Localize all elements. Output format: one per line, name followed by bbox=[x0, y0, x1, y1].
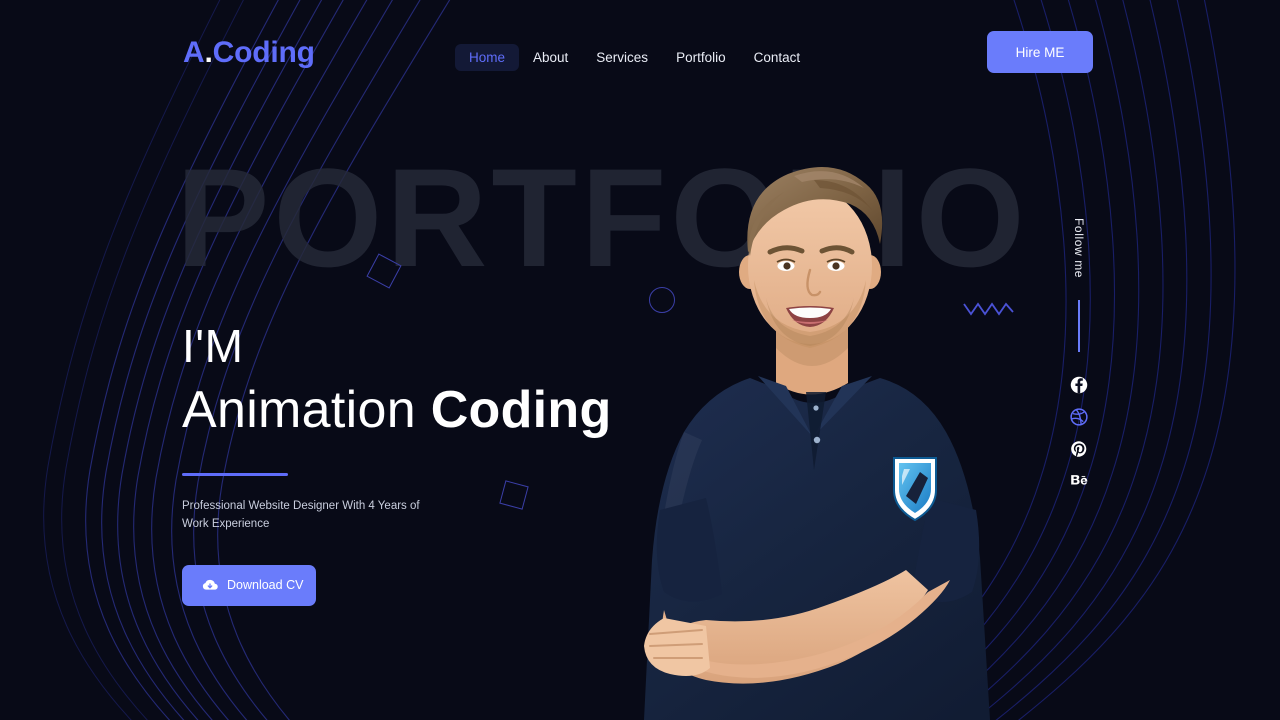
nav-item-about[interactable]: About bbox=[519, 44, 582, 71]
hero-line-two-bold: Coding bbox=[430, 380, 612, 439]
cloud-download-icon bbox=[202, 580, 218, 591]
nav-item-home[interactable]: Home bbox=[455, 44, 520, 71]
site-header: A.Coding Home About Services Portfolio C… bbox=[0, 0, 1280, 108]
hero-page: A.Coding Home About Services Portfolio C… bbox=[0, 0, 1280, 720]
social-links bbox=[1070, 376, 1088, 490]
hero-line-one: I'M bbox=[182, 320, 244, 372]
hero-subtitle: Professional Website Designer With 4 Yea… bbox=[182, 500, 420, 531]
site-logo[interactable]: A.Coding bbox=[183, 36, 315, 70]
behance-icon[interactable] bbox=[1070, 472, 1088, 490]
logo-suffix: Coding bbox=[212, 36, 315, 69]
hero-line-two: Animation Coding bbox=[182, 379, 702, 441]
nav-item-portfolio[interactable]: Portfolio bbox=[662, 44, 740, 71]
hero-line-two-regular: Animation bbox=[182, 380, 431, 439]
dribbble-icon[interactable] bbox=[1070, 408, 1088, 426]
hero-content: I'M Animation Coding Professional Websit… bbox=[182, 320, 702, 606]
main-navigation: Home About Services Portfolio Contact bbox=[455, 44, 814, 71]
logo-dot: . bbox=[204, 36, 213, 69]
rail-divider-line bbox=[1078, 300, 1080, 353]
accent-divider bbox=[182, 473, 288, 477]
follow-me-label: Follow me bbox=[1072, 218, 1086, 279]
download-cv-button[interactable]: Download CV bbox=[182, 564, 316, 606]
nav-item-services[interactable]: Services bbox=[582, 44, 662, 71]
download-cv-label: Download CV bbox=[227, 578, 304, 593]
logo-prefix: A bbox=[183, 36, 205, 69]
follow-me-rail: Follow me bbox=[1064, 218, 1094, 490]
hire-me-button[interactable]: Hire ME bbox=[987, 31, 1093, 73]
pinterest-icon[interactable] bbox=[1070, 440, 1088, 458]
facebook-icon[interactable] bbox=[1070, 376, 1088, 394]
nav-item-contact[interactable]: Contact bbox=[740, 44, 815, 71]
